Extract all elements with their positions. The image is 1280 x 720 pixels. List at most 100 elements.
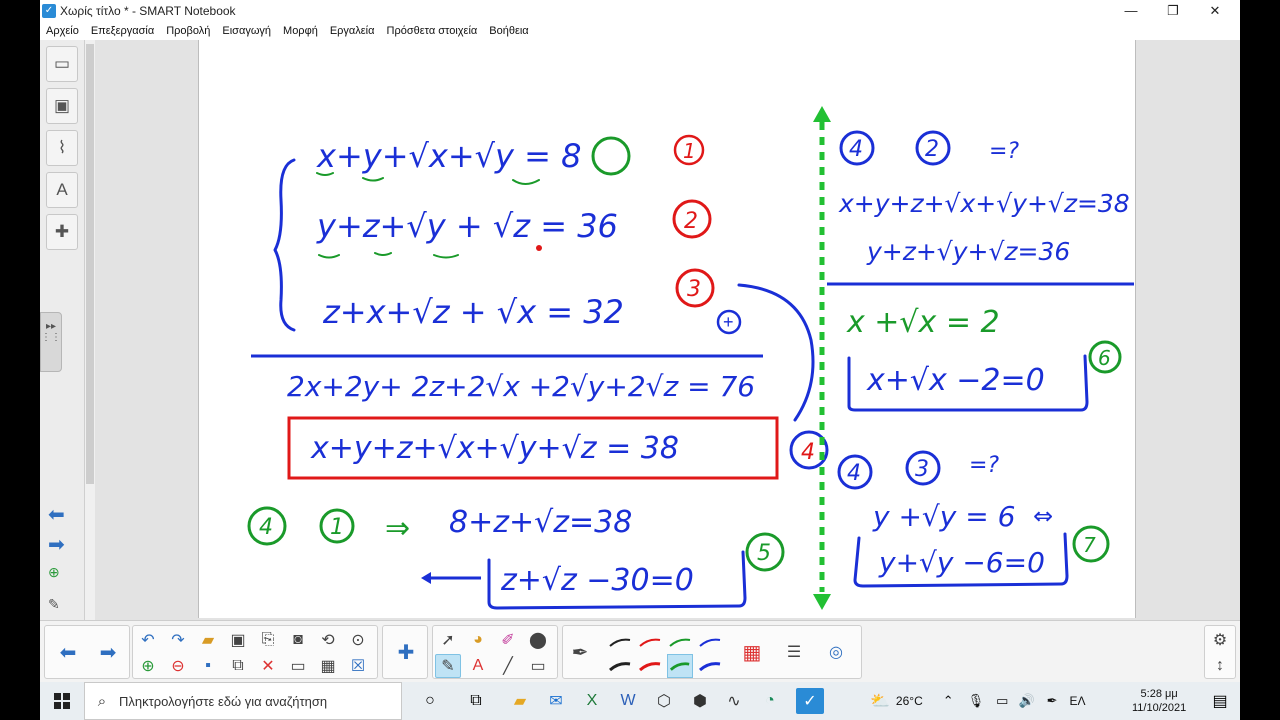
menu-bar: Αρχείο Επεξεργασία Προβολή Εισαγωγή Μορφ… <box>40 22 1240 40</box>
paste-icon[interactable]: ⎘ <box>255 628 281 652</box>
task-view-icon[interactable]: ⧉ <box>462 688 490 714</box>
clock-date: 11/10/2021 <box>1132 702 1187 714</box>
start-button[interactable] <box>40 682 84 720</box>
excel-icon[interactable]: X <box>578 688 606 714</box>
text-icon[interactable]: A <box>465 654 491 678</box>
number-7: 7 <box>1083 533 1096 557</box>
pen-tray-icon[interactable]: ✒ <box>1047 693 1058 709</box>
paste-special-icon[interactable]: ⧉ <box>225 654 251 678</box>
final-equation: z+√z −30=0 <box>500 563 694 598</box>
color-palette-icon[interactable]: ▦ <box>739 640 765 664</box>
line-width-icon[interactable]: ☰ <box>781 640 807 664</box>
vertical-scrollbar[interactable] <box>85 40 95 620</box>
back-icon[interactable]: ⬅ <box>55 640 81 664</box>
volume-icon[interactable]: 🔊 <box>1018 693 1034 709</box>
tools-group: ➚ ◕ ✐ ⬤ ✎ A ╱ ▭ <box>432 625 558 679</box>
close-x-icon[interactable]: ☒ <box>345 654 371 678</box>
pen-style-black-2[interactable] <box>607 654 633 678</box>
weather-temp[interactable]: 26°C <box>896 694 923 708</box>
boxed-number-4: 4 <box>801 440 815 465</box>
menu-tools[interactable]: Εργαλεία <box>324 25 381 37</box>
magnifier-icon[interactable]: ⊙ <box>345 628 371 652</box>
table-icon[interactable]: ▦ <box>315 654 341 678</box>
pen-style-red-1[interactable] <box>637 630 663 654</box>
minimize-button[interactable]: — <box>1108 0 1154 22</box>
equation-3-number: 3 <box>687 277 701 302</box>
next-page-icon[interactable]: ➡ <box>48 532 65 557</box>
pen-effects-icon[interactable]: ◎ <box>823 640 849 664</box>
file-explorer-icon[interactable]: ▰ <box>506 688 534 714</box>
microphone-icon[interactable]: 🎙 <box>968 693 985 709</box>
menu-format[interactable]: Μορφή <box>277 25 324 37</box>
gallery-icon[interactable]: ▣ <box>46 88 78 124</box>
pen-style-black-1[interactable] <box>607 630 633 654</box>
notifications-icon[interactable]: ▤ <box>1206 688 1234 714</box>
pen-type-icon[interactable]: ✒ <box>567 640 593 664</box>
toolbar-settings-icon[interactable]: ⚙ <box>1207 628 1233 652</box>
delete-icon[interactable]: ✕ <box>255 654 281 678</box>
screen-capture-icon[interactable]: ▣ <box>225 628 251 652</box>
mail-icon[interactable]: ✉ <box>542 688 570 714</box>
pen-style-green-2[interactable] <box>667 654 693 678</box>
sidebar-grip-handle[interactable]: ▸▸ ⋮⋮ <box>40 312 62 372</box>
display-icon[interactable]: ▭ <box>285 654 311 678</box>
menu-edit[interactable]: Επεξεργασία <box>85 25 160 37</box>
delete-page-icon[interactable]: ⊖ <box>165 654 191 678</box>
redo-icon[interactable]: ↷ <box>165 628 191 652</box>
tray-chevron-icon[interactable]: ⌃ <box>943 693 954 709</box>
desmos-icon[interactable]: ∿ <box>720 688 748 714</box>
menu-insert[interactable]: Εισαγωγή <box>216 25 277 37</box>
edge-icon[interactable]: ◔ <box>756 688 784 714</box>
add-page-toolbar-icon[interactable]: ⊕ <box>135 654 161 678</box>
taskbar-search-box[interactable]: ⌕ Πληκτρολογήστε εδώ για αναζήτηση <box>84 682 402 720</box>
open-icon[interactable]: ▰ <box>195 628 221 652</box>
pen-style-blue-2[interactable] <box>697 654 723 678</box>
app-icon-1[interactable]: ⬡ <box>650 688 678 714</box>
cortana-icon[interactable]: ○ <box>416 688 444 714</box>
maximize-button[interactable]: ❐ <box>1150 0 1196 22</box>
scrollbar-thumb[interactable] <box>86 44 94 484</box>
page-sorter-icon[interactable]: ▭ <box>46 46 78 82</box>
pen-style-green-1[interactable] <box>667 630 693 654</box>
line-icon[interactable]: ╱ <box>495 654 521 678</box>
input-language[interactable]: ΕΛ <box>1070 694 1086 708</box>
step-ref-4: 4 <box>259 515 273 540</box>
menu-help[interactable]: Βοήθεια <box>483 25 534 37</box>
smart-notebook-taskbar-icon[interactable]: ✓ <box>796 688 824 714</box>
eraser-icon[interactable]: ▭ <box>525 654 551 678</box>
equation-2: y+z+√y + √z = 36 <box>316 207 618 245</box>
forward-icon[interactable]: ➡ <box>95 640 121 664</box>
attachments-icon[interactable]: ⌇ <box>46 130 78 166</box>
previous-page-icon[interactable]: ⬅ <box>48 502 65 527</box>
camera-icon[interactable]: ◙ <box>285 628 311 652</box>
whiteboard-page[interactable]: x+y+√x+√y = 8 1 y+z+√y + √z = 36 2 z+x+√… <box>198 40 1136 618</box>
select-icon[interactable]: ➚ <box>435 628 461 652</box>
menu-view[interactable]: Προβολή <box>160 25 216 37</box>
pen-settings-group: ✒ ▦ ☰ ◎ <box>562 625 862 679</box>
pens-icon[interactable]: ✎ <box>435 654 461 678</box>
add-page-icon[interactable]: ⊕ <box>48 564 60 581</box>
clock[interactable]: 5:28 μμ 11/10/2021 <box>1132 682 1186 720</box>
right-line-2: y+z+√y+√z=36 <box>866 237 1070 266</box>
pen-style-red-2[interactable] <box>637 654 663 678</box>
magic-pen-icon[interactable]: ✐ <box>495 628 521 652</box>
menu-file[interactable]: Αρχείο <box>40 25 85 37</box>
undo-icon[interactable]: ↶ <box>135 628 161 652</box>
eraser-pen-icon[interactable]: ✎ <box>48 596 60 613</box>
fill-icon[interactable]: ⬤ <box>525 628 551 652</box>
screen-shade-icon[interactable]: ⟲ <box>315 628 341 652</box>
equivalence-sign: ⇔ <box>1033 502 1053 530</box>
word-icon[interactable]: W <box>614 688 642 714</box>
addons-icon[interactable]: ✚ <box>46 214 78 250</box>
app-icon-2[interactable]: ⬢ <box>686 688 714 714</box>
side-tabs: ▭ ▣ ⌇ A ✚ ▸▸ ⋮⋮ ⬅ ➡ ⊕ ✎ <box>40 40 85 620</box>
properties-icon[interactable]: A <box>46 172 78 208</box>
collapse-icon[interactable]: ↕ <box>1207 654 1233 678</box>
battery-icon[interactable]: ▭ <box>996 693 1008 709</box>
shape-fill-icon[interactable]: ◕ <box>465 628 491 652</box>
menu-addons[interactable]: Πρόσθετα στοιχεία <box>381 25 484 37</box>
pen-style-blue-1[interactable] <box>697 630 723 654</box>
save-icon[interactable]: ▪ <box>195 654 221 678</box>
close-button[interactable]: ✕ <box>1192 0 1238 22</box>
addon-puzzle-icon[interactable]: ✚ <box>393 640 419 664</box>
